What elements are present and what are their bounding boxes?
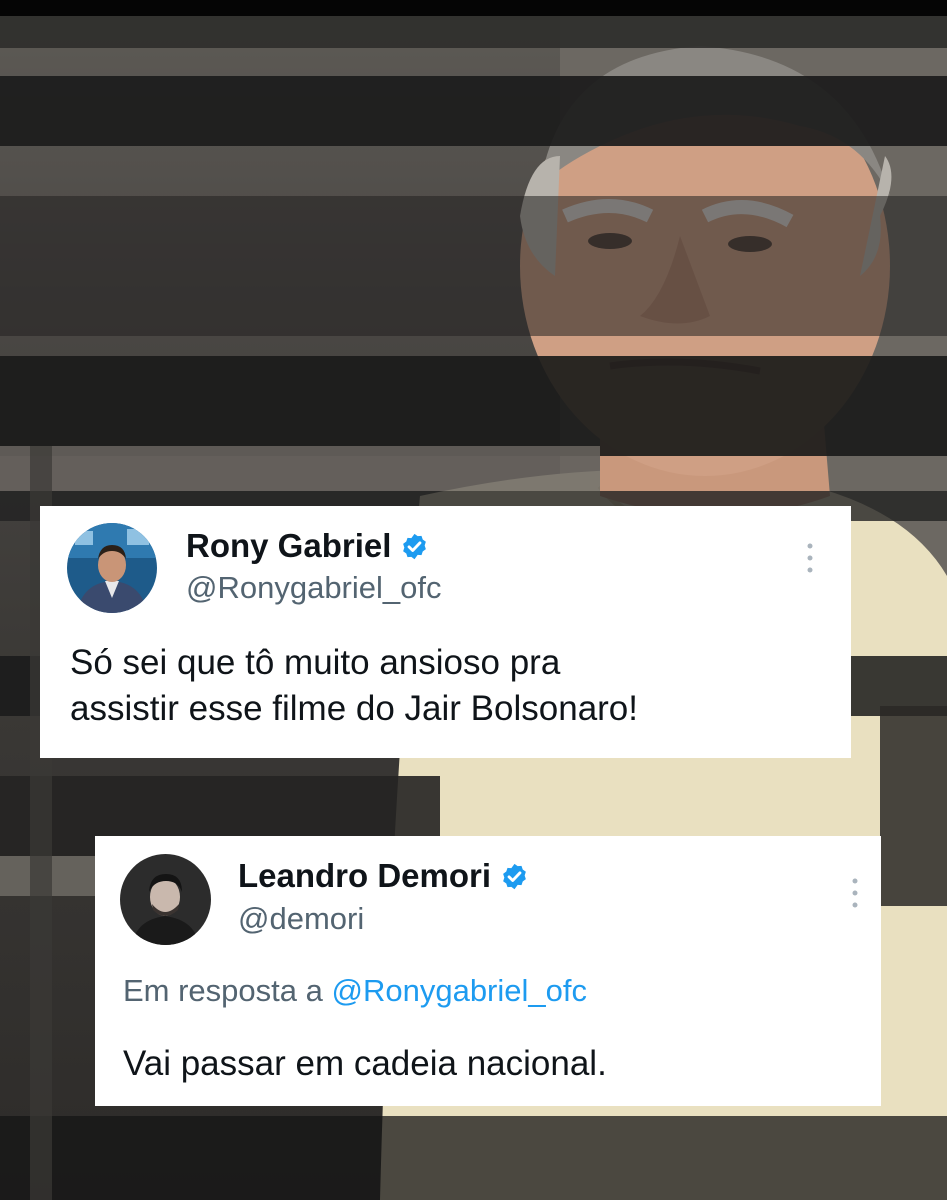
reply-prefix: Em resposta a (123, 973, 323, 1008)
display-name[interactable]: Rony Gabriel (186, 526, 391, 566)
verified-badge-icon (503, 863, 526, 889)
more-options-icon[interactable] (805, 542, 815, 574)
tweet-text: Vai passar em cadeia nacional. (123, 1044, 607, 1083)
tweet-card-rony[interactable]: Rony Gabriel @Ronygabriel_ofc Só sei que… (40, 506, 851, 758)
top-black-strip (0, 0, 947, 16)
tweet-text: Só sei que tô muito ansioso pra assistir… (70, 640, 638, 732)
tweet-text-line: Só sei que tô muito ansioso pra (70, 643, 561, 682)
avatar-rony-icon (67, 523, 157, 613)
handle[interactable]: @demori (238, 900, 364, 938)
reply-context: Em resposta a @Ronygabriel_ofc (123, 971, 587, 1011)
reply-to-link[interactable]: @Ronygabriel_ofc (332, 973, 588, 1008)
verified-badge-icon (403, 533, 427, 559)
avatar[interactable] (120, 854, 211, 945)
tweet-text-line: assistir esse filme do Jair Bolsonaro! (70, 689, 638, 728)
tweet-card-demori[interactable]: Leandro Demori @demori Em resposta a @Ro… (95, 836, 881, 1106)
avatar-demori-icon (120, 854, 211, 945)
more-options-icon[interactable] (850, 877, 860, 909)
handle[interactable]: @Ronygabriel_ofc (186, 569, 442, 607)
display-name[interactable]: Leandro Demori (238, 856, 491, 896)
avatar[interactable] (67, 523, 157, 613)
